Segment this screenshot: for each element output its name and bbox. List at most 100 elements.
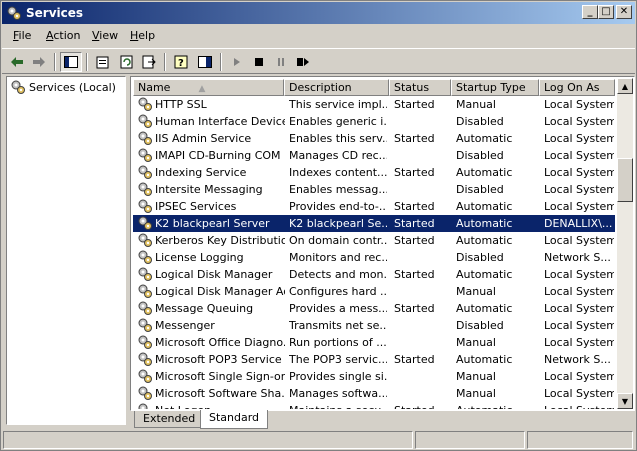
console-tree: Services (Local) [6,76,126,425]
column-header-log-on-as[interactable]: Log On As [539,79,615,96]
forward-button[interactable] [28,52,50,72]
tree-node-services-local[interactable]: Services (Local) [10,79,116,95]
scroll-down-arrow-icon: ▼ [621,396,629,406]
table-row[interactable]: Net Logon Maintains a secu... StartedAutom… [133,402,615,409]
cell-status: Started [394,353,435,366]
table-row[interactable]: IIS Admin Service Enables this serv... Sta… [133,130,615,147]
service-gear-icon [138,352,152,366]
cell-name: Human Interface Device... [155,115,285,128]
table-row[interactable]: HTTP SSL This service impl... Started Manua… [133,96,615,113]
show-hide-tree-button[interactable] [60,52,82,72]
scroll-up-arrow-icon: ▲ [621,81,629,91]
cell-name: Net Logon [155,404,285,409]
export-list-button[interactable] [138,52,160,72]
service-gear-icon [138,386,152,400]
service-gear-icon [138,182,152,196]
status-panel-main [3,431,413,449]
back-button[interactable] [6,52,28,72]
cell-status: Started [394,302,435,315]
forward-arrow-icon [33,57,45,67]
menu-file[interactable]: File [13,29,31,42]
properties-button[interactable] [92,52,114,72]
table-row[interactable]: Kerberos Key Distributio... On domain con… [133,232,615,249]
service-gear-icon [138,267,152,281]
restart-icon [297,58,309,66]
cell-name: K2 blackpearl Server [155,217,270,230]
service-gear-icon [138,199,152,213]
vertical-scrollbar[interactable]: ▲ ▼ [617,78,633,409]
cell-log-on-as: Local System [544,370,614,383]
table-row[interactable]: Logical Disk Manager Detects and mon... St… [133,266,615,283]
menu-help[interactable]: Help [130,29,155,42]
table-row[interactable]: Microsoft POP3 Service The POP3 servic...… [133,351,615,368]
table-row[interactable]: License Logging Monitors and rec... Disabl… [133,249,615,266]
help-button[interactable]: ? [170,52,192,72]
scroll-thumb[interactable] [617,158,633,202]
table-row[interactable]: Human Interface Device... Enables generic… [133,113,615,130]
menu-view[interactable]: View [92,29,118,42]
maximize-button[interactable]: □ [598,5,614,19]
service-gear-icon [138,165,152,179]
table-row[interactable]: Microsoft Single Sign-on... Provides sing… [133,368,615,385]
table-row[interactable]: Indexing Service Indexes content... Starte… [133,164,615,181]
column-header-status[interactable]: Status [389,79,451,96]
column-header-description[interactable]: Description [284,79,389,96]
cell-log-on-as: Network S... [544,251,611,264]
menu-action[interactable]: Action [46,29,80,42]
pause-service-button[interactable] [270,52,292,72]
cell-status: Started [394,217,435,230]
table-row[interactable]: Microsoft Office Diagno... Run portions o… [133,334,615,351]
table-row[interactable]: K2 blackpearl Server K2 blackpearl Se... S… [133,215,615,232]
table-row[interactable]: Intersite Messaging Enables messag... Disa… [133,181,615,198]
cell-description: The POP3 servic... [289,353,387,366]
export-list-icon [142,55,156,69]
cell-description: On domain contr... [289,234,387,247]
cell-startup-type: Automatic [456,404,540,409]
column-header-name[interactable]: Name ▲ [133,79,284,96]
start-service-button[interactable] [226,52,248,72]
column-header-startup-type[interactable]: Startup Type [451,79,539,96]
close-button[interactable]: ✕ [616,5,632,19]
table-row[interactable]: Microsoft Software Sha... Manages softwa.… [133,385,615,402]
cell-startup-type: Manual [456,370,496,383]
cell-startup-type: Manual [456,98,496,111]
cell-description: Provides end-to-... [289,200,387,213]
table-row[interactable]: IPSEC Services Provides end-to-... Started… [133,198,615,215]
cell-startup-type: Automatic [456,217,513,230]
list-header: Name ▲ Description Status Startup Type Lo… [133,79,615,96]
title-bar[interactable]: Services _ □ ✕ [2,2,635,24]
cell-description: Enables generic i... [289,115,387,128]
table-row[interactable]: Messenger Transmits net se... Disabled Loca… [133,317,615,334]
cell-name: Microsoft Software Sha... [155,387,285,400]
window-title: Services [26,6,84,20]
services-window: Services _ □ ✕ File Action View Help ? S… [0,0,637,451]
toolbar: ? [2,48,635,74]
cell-name: IPSEC Services [155,200,237,213]
cell-log-on-as: DENALLIX\... [544,217,613,230]
cell-name: Message Queuing [155,302,254,315]
service-gear-icon [138,403,148,409]
table-row[interactable]: Logical Disk Manager Ad... Configures har… [133,283,615,300]
scroll-down-button[interactable]: ▼ [617,393,633,409]
cell-status: Started [394,98,435,111]
tree-node-label: Services (Local) [29,80,116,94]
tab-standard[interactable]: Standard [200,410,269,429]
table-row[interactable]: Message Queuing Provides a mess... Started… [133,300,615,317]
service-gear-icon [138,335,152,349]
cell-startup-type: Automatic [456,268,513,281]
scroll-up-button[interactable]: ▲ [617,78,633,94]
service-gear-icon [138,318,152,332]
cell-name: Microsoft Single Sign-on... [155,370,285,383]
table-row[interactable]: IMAPI CD-Burning COM ... Manages CD rec..… [133,147,615,164]
stop-service-button[interactable] [248,52,270,72]
show-action-pane-button[interactable] [194,52,216,72]
tab-extended[interactable]: Extended [134,411,205,428]
cell-startup-type: Automatic [456,353,513,366]
cell-name: Logical Disk Manager [155,268,273,281]
service-gear-icon [138,131,152,145]
restart-service-button[interactable] [292,52,314,72]
refresh-button[interactable] [116,52,138,72]
back-arrow-icon [11,57,23,67]
minimize-button[interactable]: _ [582,5,598,19]
cell-startup-type: Automatic [456,302,513,315]
